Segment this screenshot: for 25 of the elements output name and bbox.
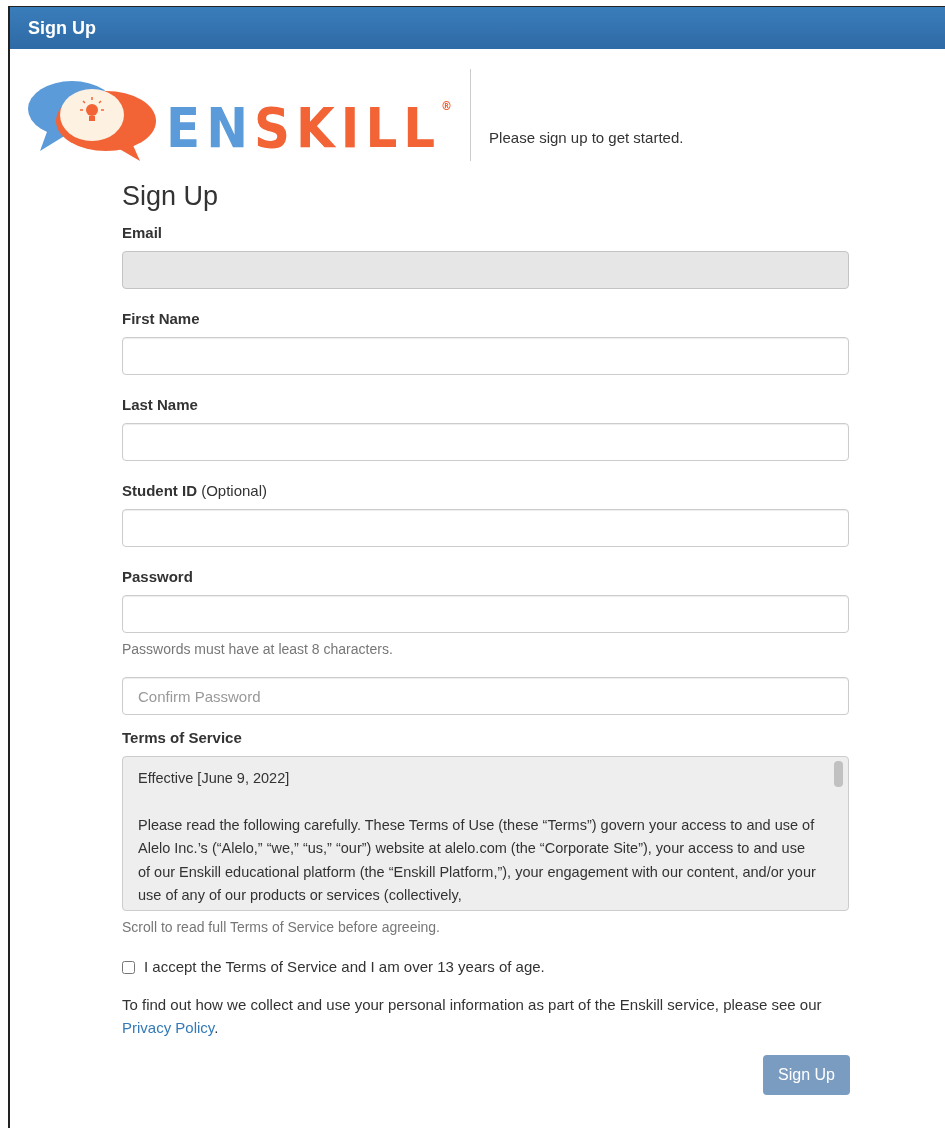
- accept-checkbox[interactable]: [122, 960, 135, 974]
- help-text: Scroll to read full Terms of Service before agreeing.: [122, 918, 441, 937]
- terms-text-box[interactable]: [122, 756, 849, 911]
- field-label: Email: [122, 224, 164, 242]
- form-heading: Sign Up: [122, 183, 220, 210]
- input-field[interactable]: [122, 337, 849, 375]
- input-field[interactable]: Confirm Password: [122, 677, 849, 715]
- field-label: Password: [122, 568, 194, 586]
- field-label: Last Name: [122, 396, 199, 414]
- checkbox-label: I accept the Terms of Service and I am over 13 years of age.: [144, 957, 545, 977]
- help-text: Passwords must have at least 8 characters.: [122, 640, 394, 659]
- window-title: Sign Up: [28, 16, 96, 40]
- field-label: Student ID (Optional): [122, 482, 269, 500]
- scrollbar-thumb[interactable]: [834, 761, 843, 787]
- terms-paragraph: Please read the following carefully. These Terms of Use (these “Terms”) govern your access to and use of Alelo Inc.’s (“Alelo,” “we,” “us,” “our”) website at alelo.com (the “Corporate Site”), your access to and use of our Enskill educational platform (the “Enskill Platform,”), your engagement with our content, and/or your use of any of our products or services (collectively,: [138, 815, 817, 905]
- tagline: Please sign up to get started.: [489, 127, 684, 148]
- field-label: First Name: [122, 310, 201, 328]
- input-field[interactable]: [122, 423, 849, 461]
- terms-paragraph: Effective [June 9, 2022]: [138, 769, 291, 788]
- logo-wordmark: EN SKILL®: [166, 100, 453, 156]
- field-label: Terms of Service: [122, 729, 243, 747]
- input-field[interactable]: [122, 595, 849, 633]
- input-field[interactable]: [122, 509, 849, 547]
- speech-bubbles-icon: [28, 79, 158, 161]
- privacy-notice: To find out how we collect and use your personal information as part of the Enskill service, please see our Privacy Policy.: [122, 994, 823, 1038]
